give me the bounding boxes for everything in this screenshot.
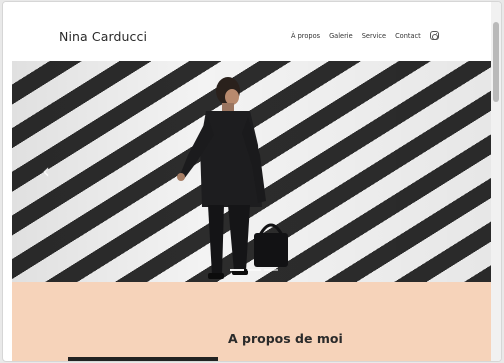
hero-carousel: ‹ <box>12 61 491 282</box>
main-nav: À propos Galerie Service Contact <box>291 31 439 40</box>
site-brand[interactable]: Nina Carducci <box>59 29 147 44</box>
nav-link-contact[interactable]: Contact <box>395 32 421 40</box>
hero-photo-person <box>177 77 288 279</box>
about-image-top-edge <box>68 357 218 361</box>
nav-link-a-propos[interactable]: À propos <box>291 32 320 40</box>
about-title: A propos de moi <box>228 331 343 346</box>
site-header: Nina Carducci À propos Galerie Service C… <box>3 2 491 61</box>
chevron-left-icon: ‹ <box>42 159 50 183</box>
carousel-indicator-2[interactable] <box>247 269 261 271</box>
nav-link-service[interactable]: Service <box>362 32 386 40</box>
instagram-icon[interactable] <box>429 31 439 40</box>
browser-frame: Nina Carducci À propos Galerie Service C… <box>2 1 502 362</box>
nav-link-galerie[interactable]: Galerie <box>329 32 353 40</box>
carousel-prev-button[interactable]: ‹ <box>42 161 50 181</box>
about-section: A propos de moi <box>12 282 491 361</box>
scrollbar-thumb[interactable] <box>493 22 499 102</box>
carousel-indicator-3[interactable] <box>264 269 278 271</box>
carousel-indicator-1[interactable] <box>230 269 244 271</box>
carousel-indicators <box>230 269 281 271</box>
